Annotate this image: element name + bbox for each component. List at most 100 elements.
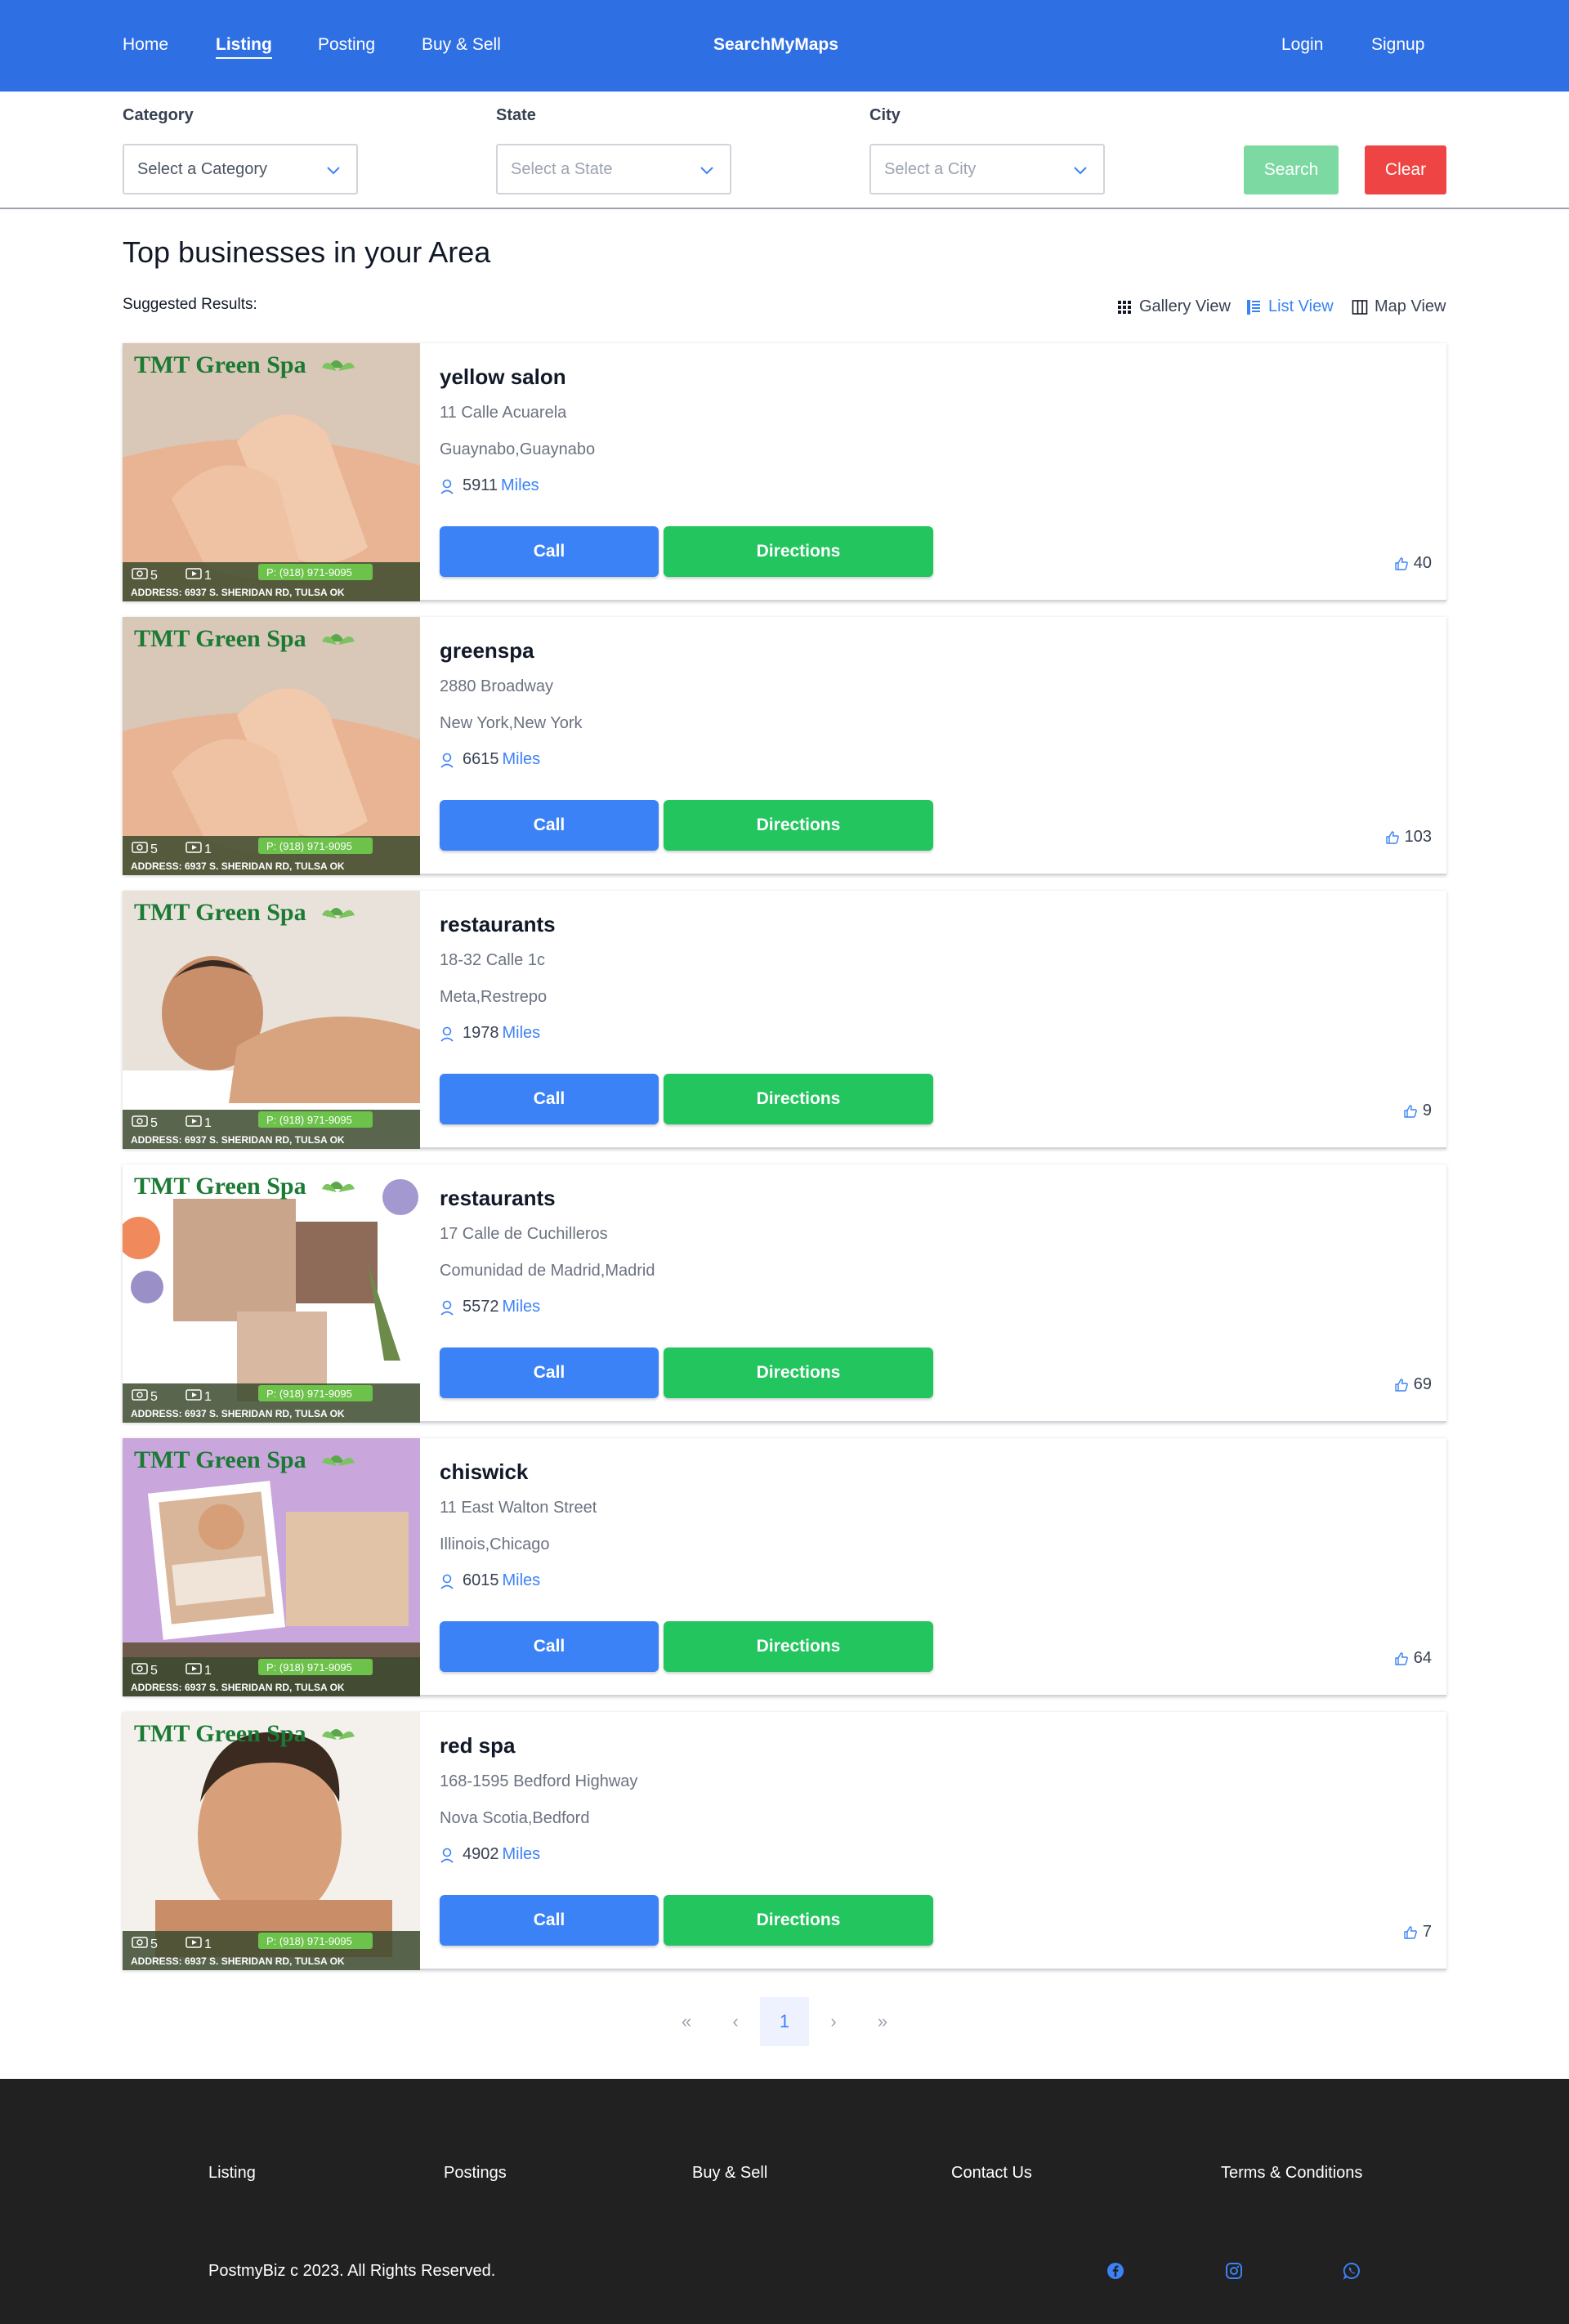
- first-page-button[interactable]: «: [673, 1997, 700, 2046]
- next-page-button[interactable]: ›: [820, 1997, 847, 2046]
- city-select[interactable]: Select a City: [869, 144, 1105, 194]
- like-count-value: 7: [1422, 1923, 1432, 1941]
- footer-buy-sell-link[interactable]: Buy & Sell: [692, 2164, 767, 2183]
- listing-card: TMT Green Spa P: (918) 971-9095 ADDRESS:…: [123, 1438, 1446, 1696]
- like-count[interactable]: 64: [1394, 1649, 1432, 1668]
- call-button[interactable]: Call: [440, 1895, 659, 1946]
- like-count[interactable]: 9: [1403, 1102, 1432, 1120]
- listing-address: 168-1595 Bedford Highway: [440, 1772, 638, 1790]
- map-view-toggle[interactable]: Map View: [1352, 297, 1446, 316]
- video-count: 1: [204, 1937, 212, 1951]
- footer-listing-link[interactable]: Listing: [208, 2164, 256, 2183]
- footer: Listing Postings Buy & Sell Contact Us T…: [0, 2079, 1569, 2324]
- nav-buy-sell-link[interactable]: Buy & Sell: [422, 34, 501, 56]
- listing-name[interactable]: red spa: [440, 1733, 516, 1759]
- gallery-view-label: Gallery View: [1139, 297, 1231, 315]
- like-count-value: 103: [1404, 828, 1432, 846]
- listing-image[interactable]: TMT Green Spa P: (918) 971-9095 ADDRESS:…: [123, 617, 420, 875]
- state-select-value: Select a State: [511, 160, 613, 178]
- listing-address: 11 Calle Acuarela: [440, 404, 567, 422]
- call-button[interactable]: Call: [440, 1074, 659, 1124]
- listing-city: Nova Scotia,Bedford: [440, 1809, 590, 1827]
- location-pin-icon: [440, 1026, 454, 1042]
- suggested-results-label: Suggested Results:: [123, 296, 257, 313]
- page-1-button[interactable]: 1: [760, 1997, 809, 2046]
- call-button[interactable]: Call: [440, 1621, 659, 1672]
- photo-count: 5: [150, 569, 158, 583]
- listing-distance: 6015 Miles: [440, 1571, 540, 1590]
- distance-value: 4902: [463, 1845, 499, 1863]
- list-view-toggle[interactable]: List View: [1245, 297, 1334, 316]
- state-select[interactable]: Select a State: [496, 144, 731, 194]
- nav-home-link[interactable]: Home: [123, 34, 168, 56]
- facebook-icon[interactable]: [1106, 2262, 1124, 2280]
- clear-button[interactable]: Clear: [1365, 145, 1446, 194]
- city-select-value: Select a City: [884, 160, 977, 178]
- listing-address: 18-32 Calle 1c: [440, 951, 545, 969]
- gallery-view-toggle[interactable]: Gallery View: [1116, 297, 1231, 316]
- directions-button[interactable]: Directions: [664, 1895, 933, 1946]
- thumb-phone-text: P: (918) 971-9095: [266, 1388, 352, 1400]
- copyright-text: PostmyBiz c 2023. All Rights Reserved.: [208, 2262, 496, 2280]
- distance-unit: Miles: [502, 1298, 541, 1316]
- photo-count: 5: [150, 842, 158, 856]
- listing-image[interactable]: TMT Green Spa P: (918) 971-9095 ADDRESS:…: [123, 1438, 420, 1696]
- call-button[interactable]: Call: [440, 800, 659, 851]
- signup-link[interactable]: Signup: [1371, 34, 1424, 56]
- spa-photo-image: TMT Green Spa P: (918) 971-9095 ADDRESS:…: [123, 891, 420, 1149]
- thumb-address-text: ADDRESS: 6937 S. SHERIDAN RD, TULSA OK: [131, 1955, 345, 1967]
- listing-name[interactable]: chiswick: [440, 1459, 528, 1485]
- last-page-button[interactable]: »: [869, 1997, 896, 2046]
- spa-photo-image: TMT Green Spa P: (918) 971-9095 ADDRESS:…: [123, 1712, 420, 1970]
- brand-logo-text[interactable]: SearchMyMaps: [713, 34, 838, 56]
- directions-button[interactable]: Directions: [664, 1347, 933, 1398]
- category-select-value: Select a Category: [137, 160, 267, 178]
- video-count: 1: [204, 569, 212, 583]
- nav-posting-link[interactable]: Posting: [318, 34, 375, 56]
- location-pin-icon: [440, 753, 454, 768]
- call-button[interactable]: Call: [440, 526, 659, 577]
- thumb-address-text: ADDRESS: 6937 S. SHERIDAN RD, TULSA OK: [131, 587, 345, 598]
- footer-terms-link[interactable]: Terms & Conditions: [1221, 2164, 1362, 2183]
- directions-button[interactable]: Directions: [664, 526, 933, 577]
- like-count[interactable]: 103: [1385, 828, 1432, 847]
- prev-page-button[interactable]: ‹: [722, 1997, 749, 2046]
- search-button[interactable]: Search: [1244, 145, 1339, 194]
- listing-image[interactable]: TMT Green Spa P: (918) 971-9095 ADDRESS:…: [123, 1164, 420, 1423]
- listing-name[interactable]: yellow salon: [440, 364, 566, 390]
- listing-name[interactable]: restaurants: [440, 912, 556, 937]
- directions-button[interactable]: Directions: [664, 1074, 933, 1124]
- listing-city: Illinois,Chicago: [440, 1535, 550, 1553]
- photo-count: 5: [150, 1664, 158, 1678]
- directions-button[interactable]: Directions: [664, 800, 933, 851]
- thumb-brand-text: TMT Green Spa: [134, 351, 306, 378]
- listing-image[interactable]: TMT Green Spa P: (918) 971-9095 ADDRESS:…: [123, 343, 420, 601]
- footer-contact-link[interactable]: Contact Us: [951, 2164, 1032, 2183]
- state-label: State: [496, 106, 536, 124]
- like-count[interactable]: 7: [1403, 1923, 1432, 1942]
- footer-postings-link[interactable]: Postings: [444, 2164, 507, 2183]
- top-navbar: Home Listing Posting Buy & Sell SearchMy…: [0, 0, 1569, 92]
- whatsapp-icon[interactable]: [1343, 2262, 1361, 2280]
- login-link[interactable]: Login: [1281, 34, 1323, 56]
- like-count-value: 64: [1413, 1649, 1432, 1667]
- listing-name[interactable]: restaurants: [440, 1186, 556, 1211]
- instagram-icon[interactable]: [1225, 2262, 1243, 2280]
- listing-image[interactable]: TMT Green Spa P: (918) 971-9095 ADDRESS:…: [123, 1712, 420, 1970]
- list-view-label: List View: [1268, 297, 1334, 315]
- directions-button[interactable]: Directions: [664, 1621, 933, 1672]
- spa-photo-image: TMT Green Spa P: (918) 971-9095 ADDRESS:…: [123, 343, 420, 601]
- video-count: 1: [204, 1664, 212, 1678]
- category-select[interactable]: Select a Category: [123, 144, 358, 194]
- like-count[interactable]: 69: [1394, 1375, 1432, 1394]
- thumb-address-text: ADDRESS: 6937 S. SHERIDAN RD, TULSA OK: [131, 1134, 345, 1146]
- thumb-address-text: ADDRESS: 6937 S. SHERIDAN RD, TULSA OK: [131, 860, 345, 872]
- nav-listing-link[interactable]: Listing: [216, 34, 272, 59]
- chevron-down-icon: [327, 167, 340, 175]
- photo-count: 5: [150, 1937, 158, 1951]
- thumb-brand-text: TMT Green Spa: [134, 1446, 306, 1473]
- listing-image[interactable]: TMT Green Spa P: (918) 971-9095 ADDRESS:…: [123, 891, 420, 1149]
- like-count[interactable]: 40: [1394, 554, 1432, 573]
- listing-name[interactable]: greenspa: [440, 638, 534, 664]
- call-button[interactable]: Call: [440, 1347, 659, 1398]
